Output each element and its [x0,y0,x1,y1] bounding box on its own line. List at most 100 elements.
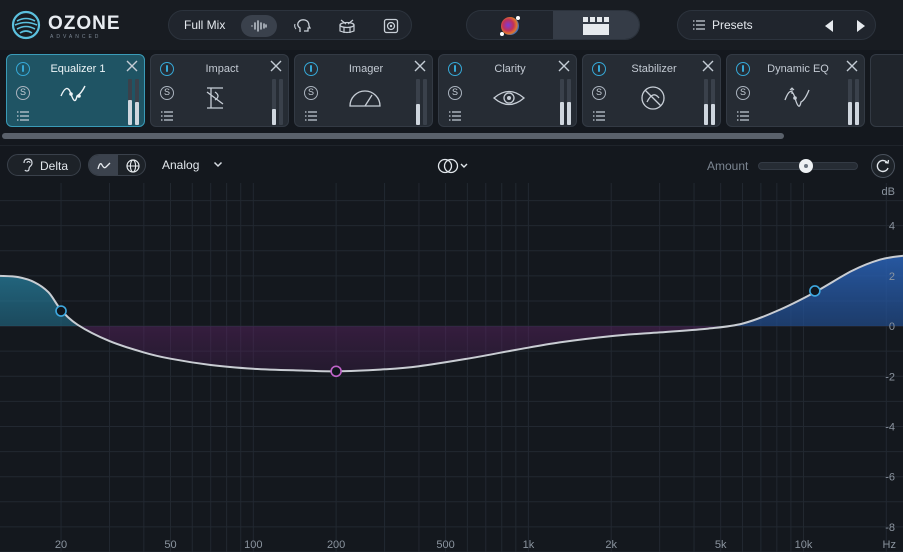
module-card[interactable]: S Dynamic EQ [726,54,865,127]
module-card[interactable]: S Equalizer 1 [6,54,145,127]
full-mix-label[interactable]: Full Mix [184,18,225,32]
learn-button[interactable] [871,154,895,178]
eq-mode-dropdown[interactable]: Analog [162,158,199,172]
frequency-tick-label: 20 [55,539,67,551]
next-preset-icon[interactable] [857,20,865,32]
spectrum-view-button[interactable] [118,155,145,175]
logo-edition: ADVANCED [50,34,102,40]
module-menu-icon[interactable] [304,110,318,122]
db-tick-label: 0 [889,321,895,333]
power-icon[interactable] [592,62,606,76]
close-icon[interactable] [413,59,427,73]
module-name: Equalizer 1 [50,63,106,75]
module-level-meter [416,79,420,125]
solo-icon[interactable]: S [592,86,606,100]
drums-mode-button[interactable] [329,15,365,37]
power-icon[interactable] [304,62,318,76]
drum-icon [339,19,355,34]
speaker-icon [383,18,399,34]
speaker-mode-button[interactable] [373,15,409,37]
assistant-view-button[interactable] [467,11,553,39]
close-icon[interactable] [701,59,715,73]
module-level-meter [704,79,708,125]
ear-icon [23,158,33,172]
power-icon[interactable] [16,62,30,76]
eq-band-node[interactable] [330,365,342,378]
solo-icon[interactable]: S [16,86,30,100]
module-name: Imager [348,63,384,75]
module-menu-icon[interactable] [448,110,462,122]
stereo-link-icon[interactable] [436,158,472,174]
module-slot-partial[interactable] [870,54,903,127]
amount-slider-handle[interactable] [799,159,813,173]
imager-icon [349,90,381,107]
power-icon[interactable] [160,62,174,76]
presets-control: Presets [677,10,876,40]
module-name: Impact [205,63,239,75]
module-card[interactable]: S Clarity [438,54,577,127]
delta-button[interactable]: Delta [7,154,81,176]
frequency-tick-label: 5k [715,539,727,551]
eq-toolbar: Delta Analog Amount [0,145,903,183]
assistant-orb-icon [500,16,520,36]
impact-icon [206,87,224,109]
solo-icon[interactable]: S [448,86,462,100]
module-level-meter [279,79,283,125]
view-switcher [466,10,640,40]
close-icon[interactable] [269,59,283,73]
solo-icon[interactable]: S [304,86,318,100]
delta-label: Delta [40,159,69,173]
presets-button[interactable]: Presets [712,18,753,32]
module-level-meter [560,79,564,125]
module-name: Clarity [494,63,526,75]
top-bar: OZONE ADVANCED Full Mix Presets [0,0,903,50]
power-icon[interactable] [736,62,750,76]
chevron-down-icon[interactable] [212,158,224,170]
module-name: Dynamic EQ [767,63,829,75]
module-menu-icon[interactable] [592,110,606,122]
db-tick-label: 2 [889,271,895,283]
eq-curve-icon [60,85,86,102]
module-grid-view-button[interactable] [553,11,639,39]
eq-axis-labels: dB420-2-4-6-820 50 100 200 500 1k 2k 5k 10k Hz [55,186,896,551]
module-card[interactable]: S Stabilizer [582,54,721,127]
eq-band-node[interactable] [809,285,821,297]
curve-view-button[interactable] [89,155,118,175]
module-chain-scrollbar[interactable] [2,133,784,139]
db-tick-label: -4 [885,421,895,433]
frequency-tick-label: 100 [244,539,262,551]
module-grid-icon [583,17,609,35]
module-card[interactable]: S Imager [294,54,433,127]
previous-preset-icon[interactable] [825,20,833,32]
eq-graph-canvas: dB420-2-4-6-820 50 100 200 500 1k 2k 5k 10k Hz [0,183,903,552]
db-tick-label: -8 [885,522,895,534]
amount-label: Amount [707,159,749,173]
module-chain: S Equalizer 1 S Impact S Imager S Clarity S Stabi… [0,50,903,145]
frequency-tick-label: 1k [523,539,535,551]
module-level-meter [848,79,852,125]
waveform-mode-button[interactable] [241,15,277,37]
solo-icon[interactable]: S [160,86,174,100]
close-icon[interactable] [557,59,571,73]
mix-mode-selector: Full Mix [168,10,412,40]
module-card[interactable]: S Impact [150,54,289,127]
module-level-meter [423,79,427,125]
globe-icon [125,159,140,173]
vocal-mode-button[interactable] [285,15,321,37]
module-menu-icon[interactable] [16,110,30,122]
module-level-meter [272,79,276,125]
frequency-tick-label: 2k [605,539,617,551]
module-level-meter [135,79,139,125]
eq-graph[interactable]: dB 4 2 0 -2 -4 -6 -8 20 50 100 200 500 1k 2k 5k 10k Hz [0,183,903,552]
module-menu-icon[interactable] [160,110,174,122]
solo-icon[interactable]: S [736,86,750,100]
close-icon[interactable] [845,59,859,73]
frequency-tick-label: 200 [327,539,345,551]
close-icon[interactable] [125,59,139,73]
stabilizer-icon [641,86,665,110]
frequency-tick-label: 50 [164,539,176,551]
eq-band-node[interactable] [55,305,67,317]
ozone-logo[interactable]: OZONE ADVANCED [10,8,130,42]
power-icon[interactable] [448,62,462,76]
module-menu-icon[interactable] [736,110,750,122]
